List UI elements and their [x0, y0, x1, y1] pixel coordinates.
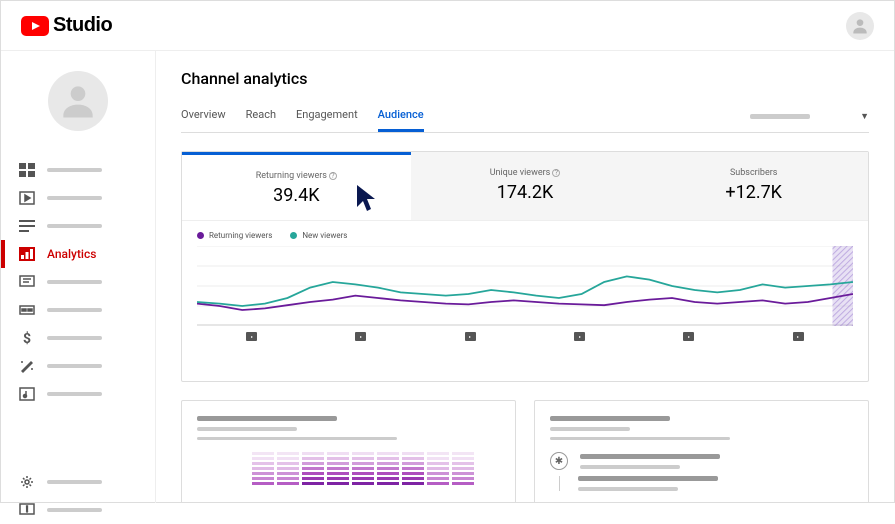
metric-subscribers[interactable]: Subscribers +12.7K — [639, 152, 868, 220]
nav-item-content[interactable] — [1, 184, 155, 212]
svg-text:!: ! — [26, 505, 28, 514]
main-content: Channel analytics Overview Reach Engagem… — [156, 51, 894, 503]
youtube-icon — [21, 16, 49, 36]
info-icon: ? — [552, 169, 560, 177]
svg-text:$: $ — [23, 331, 31, 345]
subtitles-icon — [19, 303, 35, 317]
tab-reach[interactable]: Reach — [246, 100, 276, 132]
comment-icon — [19, 275, 35, 289]
metric-unique-viewers[interactable]: Unique viewers? 174.2K — [411, 152, 640, 220]
metric-returning-viewers[interactable]: Returning viewers? 39.4K — [182, 152, 411, 220]
nav-item-monetization[interactable]: $ — [1, 324, 155, 352]
metrics-card: Returning viewers? 39.4K Unique viewers?… — [181, 151, 869, 382]
legend-new: New viewers — [290, 231, 347, 240]
video-icon — [19, 191, 35, 205]
chevron-down-icon: ▼ — [860, 111, 869, 122]
play-badge-icon — [355, 332, 366, 341]
date-range-picker[interactable]: ▼ — [750, 111, 869, 122]
music-icon — [19, 387, 35, 401]
dashboard-icon — [19, 163, 35, 177]
dollar-icon: $ — [19, 331, 35, 345]
play-badge-icon — [793, 332, 804, 341]
nav-item-settings[interactable] — [1, 468, 155, 496]
line-chart-svg — [197, 246, 853, 326]
tab-overview[interactable]: Overview — [181, 100, 226, 132]
play-badge-icon — [465, 332, 476, 341]
wand-icon — [19, 359, 35, 373]
app-header: Studio — [1, 1, 894, 51]
tab-audience[interactable]: Audience — [378, 100, 424, 132]
chart-x-ticks — [197, 332, 853, 341]
analytics-icon — [19, 247, 35, 261]
watch-time-card — [181, 400, 516, 503]
bug-icon: ✱ — [550, 452, 568, 470]
nav-item-audio[interactable] — [1, 380, 155, 408]
list-icon — [19, 219, 35, 233]
app-name: Studio — [53, 14, 112, 37]
account-avatar[interactable] — [846, 12, 874, 40]
nav-item-feedback[interactable]: ! — [1, 496, 155, 524]
youtube-studio-logo[interactable]: Studio — [21, 14, 112, 37]
heatmap-chart — [197, 452, 500, 485]
nav-item-customization[interactable] — [1, 352, 155, 380]
nav-item-playlists[interactable] — [1, 212, 155, 240]
gear-icon — [19, 475, 35, 489]
channel-avatar[interactable] — [48, 71, 108, 131]
top-geographies-card: ✱ — [534, 400, 869, 503]
play-badge-icon — [246, 332, 257, 341]
nav-item-subtitles[interactable] — [1, 296, 155, 324]
person-icon — [56, 79, 100, 123]
info-icon: ? — [329, 172, 337, 180]
nav-item-comments[interactable] — [1, 268, 155, 296]
play-badge-icon — [683, 332, 694, 341]
nav-item-dashboard[interactable] — [1, 156, 155, 184]
sidebar: Analytics $ ! — [1, 51, 156, 503]
tab-engagement[interactable]: Engagement — [296, 100, 358, 132]
legend-returning: Returning viewers — [197, 231, 272, 240]
feedback-icon: ! — [19, 503, 35, 517]
analytics-tabs: Overview Reach Engagement Audience — [181, 100, 424, 132]
play-badge-icon — [574, 332, 585, 341]
viewers-chart: Returning viewers New viewers — [182, 221, 868, 381]
person-icon — [850, 16, 870, 36]
page-title: Channel analytics — [181, 69, 869, 88]
nav-item-analytics[interactable]: Analytics — [1, 240, 155, 268]
cursor-icon — [355, 183, 381, 217]
nav-label-analytics: Analytics — [47, 247, 96, 261]
